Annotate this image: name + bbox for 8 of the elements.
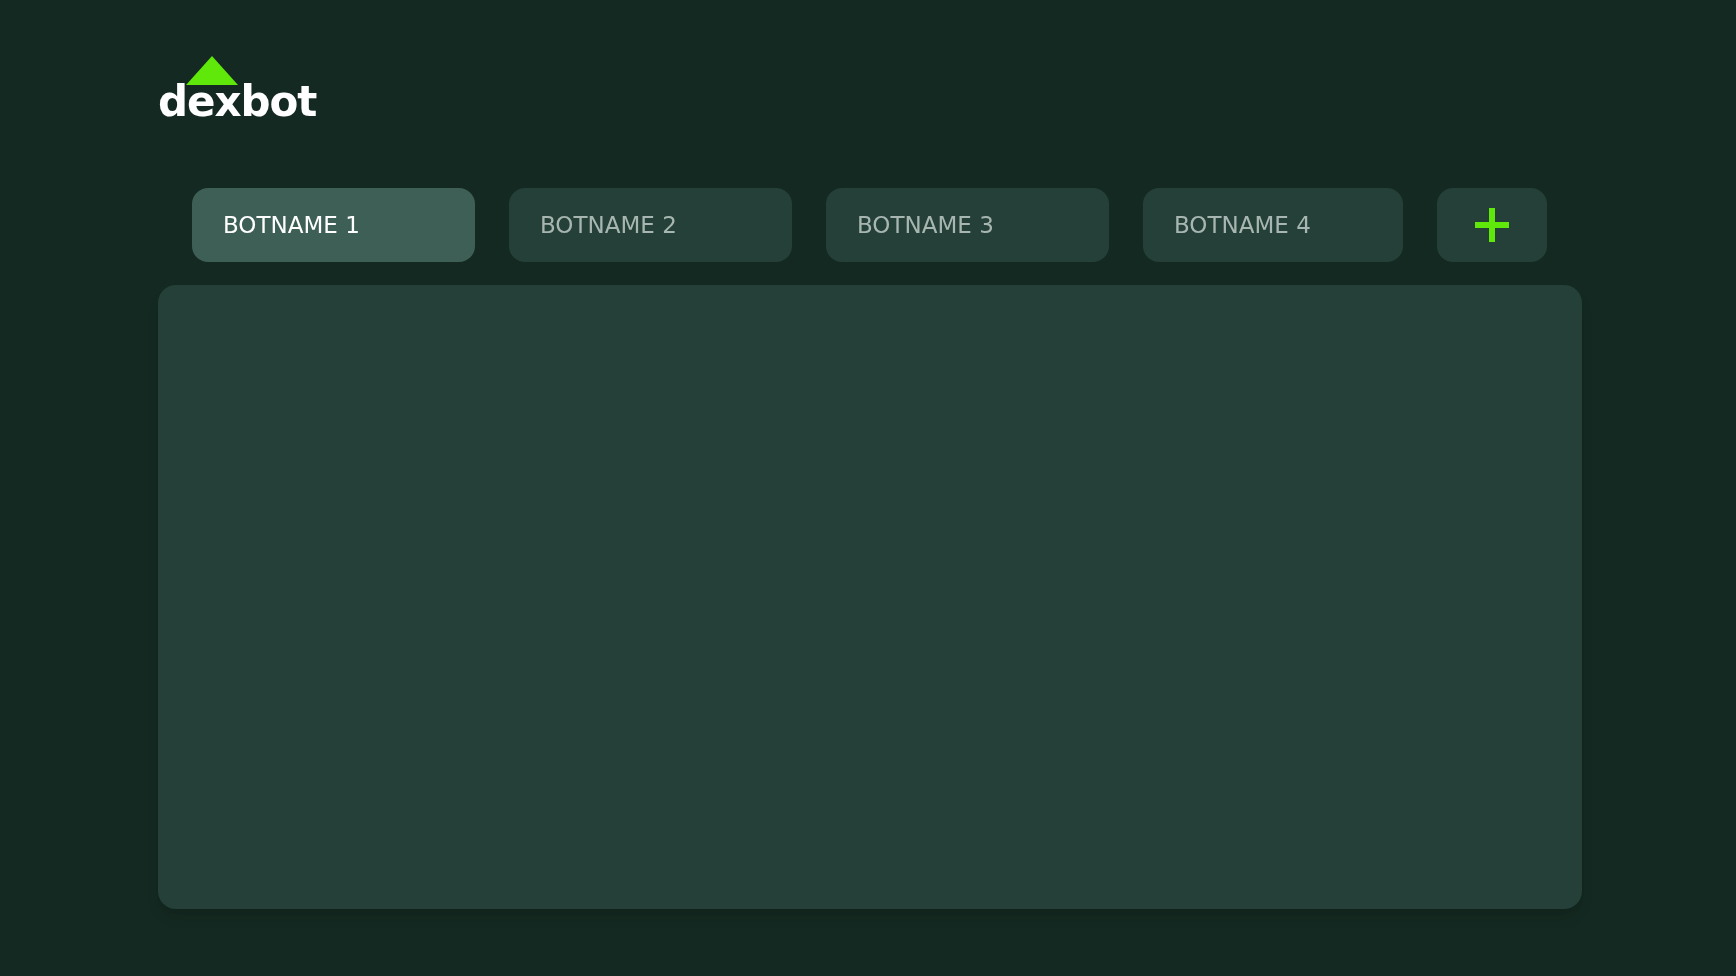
bot-tab[interactable]: BOTNAME 2 xyxy=(509,188,792,262)
logo-text: dexbot xyxy=(158,81,317,123)
bot-tab[interactable]: BOTNAME 4 xyxy=(1143,188,1403,262)
logo-triangle-icon xyxy=(186,56,238,85)
plus-icon xyxy=(1475,208,1509,242)
bot-tab[interactable]: BOTNAME 1 xyxy=(192,188,475,262)
bot-tab[interactable]: BOTNAME 3 xyxy=(826,188,1109,262)
add-bot-button[interactable] xyxy=(1437,188,1547,262)
